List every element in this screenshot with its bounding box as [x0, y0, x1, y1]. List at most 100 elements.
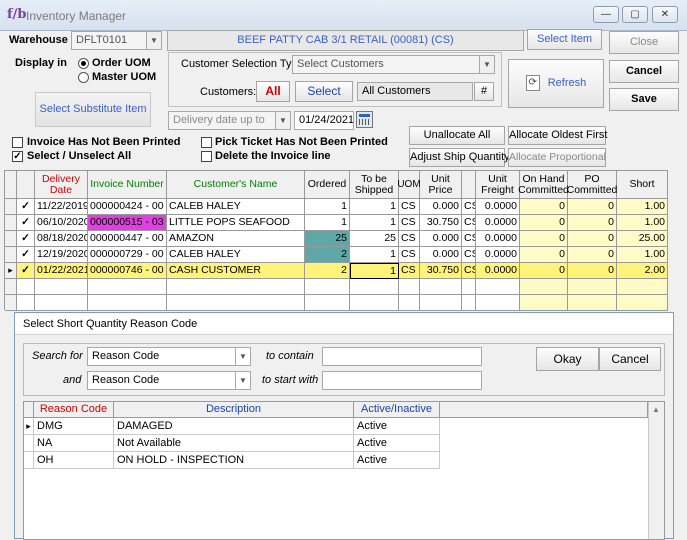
cell-delivery-date[interactable]: 08/18/2020: [35, 231, 88, 247]
cell-unit-freight[interactable]: 0.0000: [476, 215, 520, 231]
minimize-button[interactable]: —: [593, 6, 619, 23]
cell-on-hand-committed[interactable]: 0: [520, 199, 568, 215]
header-delivery-date[interactable]: Delivery Date: [35, 171, 88, 199]
cell-to-be-shipped[interactable]: 25: [350, 231, 399, 247]
to-start-with-input[interactable]: [322, 371, 482, 390]
cell-invoice-number[interactable]: 000000729 - 00: [88, 247, 167, 263]
cell-customer-name[interactable]: AMAZON: [167, 231, 305, 247]
close-window-button[interactable]: ✕: [652, 6, 678, 23]
cell-short[interactable]: 25.00: [617, 231, 668, 247]
header-uom[interactable]: UOM: [397, 171, 421, 199]
cancel-button[interactable]: Cancel: [609, 60, 679, 83]
refresh-button[interactable]: ⟳ Refresh: [508, 59, 604, 108]
dheader-active[interactable]: Active/Inactive: [354, 402, 440, 418]
header-short[interactable]: Short: [617, 171, 668, 199]
invoice-grid[interactable]: Delivery Date Invoice Number Customer's …: [4, 170, 668, 311]
cell-to-be-shipped[interactable]: [350, 279, 399, 295]
delete-invoice-line-checkbox[interactable]: [201, 151, 212, 162]
reason-code-grid[interactable]: Reason Code Description Active/Inactive …: [23, 401, 665, 540]
allocate-proportional-button[interactable]: Allocate Proportional: [508, 148, 606, 167]
cell-on-hand-committed[interactable]: [520, 279, 568, 295]
cell-to-be-shipped[interactable]: 1: [350, 247, 399, 263]
cell-price-uom[interactable]: CS: [462, 263, 476, 279]
cell-delivery-date[interactable]: 06/10/2020: [35, 215, 88, 231]
cell-short[interactable]: [617, 279, 668, 295]
pick-ticket-not-printed-checkbox[interactable]: [201, 137, 212, 148]
customer-selection-type-field[interactable]: Select Customers: [292, 55, 480, 74]
select-unselect-all-checkbox[interactable]: ✓: [12, 151, 23, 162]
cell-unit-price[interactable]: 0.000: [420, 231, 462, 247]
cell-unit-freight[interactable]: [476, 279, 520, 295]
dcell-reason-code[interactable]: OH: [34, 452, 114, 469]
cell-short[interactable]: 1.00: [617, 199, 668, 215]
header-unit-freight[interactable]: Unit Freight: [476, 171, 520, 199]
dialog-scrollbar[interactable]: ▲: [648, 402, 664, 539]
cell-short[interactable]: 1.00: [617, 215, 668, 231]
delivery-date-placeholder[interactable]: Delivery date up to: [168, 111, 276, 130]
cell-short[interactable]: 2.00: [617, 263, 668, 279]
row-checkbox[interactable]: ✓: [17, 231, 35, 247]
cell-price-uom[interactable]: [462, 279, 476, 295]
scroll-up-icon[interactable]: ▲: [652, 405, 660, 414]
allocate-oldest-first-button[interactable]: Allocate Oldest First: [508, 126, 607, 145]
select-substitute-item-button[interactable]: Select Substitute Item: [35, 92, 151, 127]
cell-delivery-date[interactable]: 11/22/2019: [35, 199, 88, 215]
dheader-description[interactable]: Description: [114, 402, 354, 418]
cell-uom[interactable]: CS: [399, 199, 420, 215]
cell-po-committed[interactable]: 0: [568, 199, 617, 215]
delivery-date-dropdown-icon[interactable]: ▼: [275, 111, 291, 130]
cell-po-committed[interactable]: [568, 279, 617, 295]
row-checkbox[interactable]: ✓: [17, 215, 35, 231]
cell-po-committed[interactable]: 0: [568, 263, 617, 279]
cell-unit-price[interactable]: [420, 295, 462, 311]
cell-customer-name[interactable]: CASH CUSTOMER: [167, 263, 305, 279]
cell-unit-freight[interactable]: 0.0000: [476, 263, 520, 279]
cell-ordered[interactable]: 2: [305, 263, 350, 279]
cell-unit-freight[interactable]: [476, 295, 520, 311]
cell-price-uom[interactable]: CS: [462, 199, 476, 215]
cell-unit-freight[interactable]: 0.0000: [476, 247, 520, 263]
header-po-committed[interactable]: PO Committed: [567, 171, 617, 199]
all-customers-button[interactable]: All: [256, 81, 290, 102]
cell-price-uom[interactable]: [462, 295, 476, 311]
cell-invoice-number[interactable]: 000000746 - 00: [88, 263, 167, 279]
adjust-ship-quantity-button[interactable]: Adjust Ship Quantity: [409, 148, 510, 167]
cell-on-hand-committed[interactable]: 0: [520, 263, 568, 279]
cell-ordered[interactable]: 2: [305, 247, 350, 263]
hash-button[interactable]: #: [474, 82, 494, 101]
header-ordered[interactable]: Ordered: [305, 171, 350, 199]
calendar-icon[interactable]: [356, 111, 373, 128]
cell-on-hand-committed[interactable]: 0: [520, 247, 568, 263]
cell-to-be-shipped[interactable]: 1: [350, 199, 399, 215]
cell-unit-freight[interactable]: 0.0000: [476, 199, 520, 215]
warehouse-field[interactable]: DFLT0101: [71, 31, 147, 50]
cell-uom[interactable]: CS: [399, 215, 420, 231]
cell-uom[interactable]: [399, 279, 420, 295]
dcell-description[interactable]: DAMAGED: [114, 418, 354, 435]
row-checkbox[interactable]: [17, 279, 35, 295]
master-uom-radio[interactable]: [78, 72, 89, 83]
cell-po-committed[interactable]: 0: [568, 231, 617, 247]
customer-selection-dropdown-icon[interactable]: ▼: [479, 55, 495, 74]
cell-customer-name[interactable]: LITTLE POPS SEAFOOD: [167, 215, 305, 231]
dcell-active[interactable]: Active: [354, 452, 440, 469]
search-field-2-dropdown-icon[interactable]: ▼: [235, 371, 251, 390]
row-checkbox[interactable]: ✓: [17, 263, 35, 279]
maximize-button[interactable]: ▢: [622, 6, 648, 23]
header-invoice-number[interactable]: Invoice Number: [88, 171, 167, 199]
delivery-date-field[interactable]: 01/24/2021: [294, 111, 354, 130]
cell-ordered[interactable]: 25: [305, 231, 350, 247]
cell-invoice-number[interactable]: 000000447 - 00: [88, 231, 167, 247]
cell-po-committed[interactable]: 0: [568, 215, 617, 231]
cell-uom[interactable]: CS: [399, 263, 420, 279]
search-field-1-dropdown-icon[interactable]: ▼: [235, 347, 251, 366]
cell-unit-freight[interactable]: 0.0000: [476, 231, 520, 247]
dcell-active[interactable]: Active: [354, 435, 440, 452]
select-item-button[interactable]: Select Item: [527, 29, 602, 50]
row-checkbox[interactable]: ✓: [17, 199, 35, 215]
cell-ordered[interactable]: [305, 279, 350, 295]
cell-uom[interactable]: [399, 295, 420, 311]
cell-customer-name[interactable]: [167, 279, 305, 295]
cell-short[interactable]: [617, 295, 668, 311]
dcell-description[interactable]: Not Available: [114, 435, 354, 452]
